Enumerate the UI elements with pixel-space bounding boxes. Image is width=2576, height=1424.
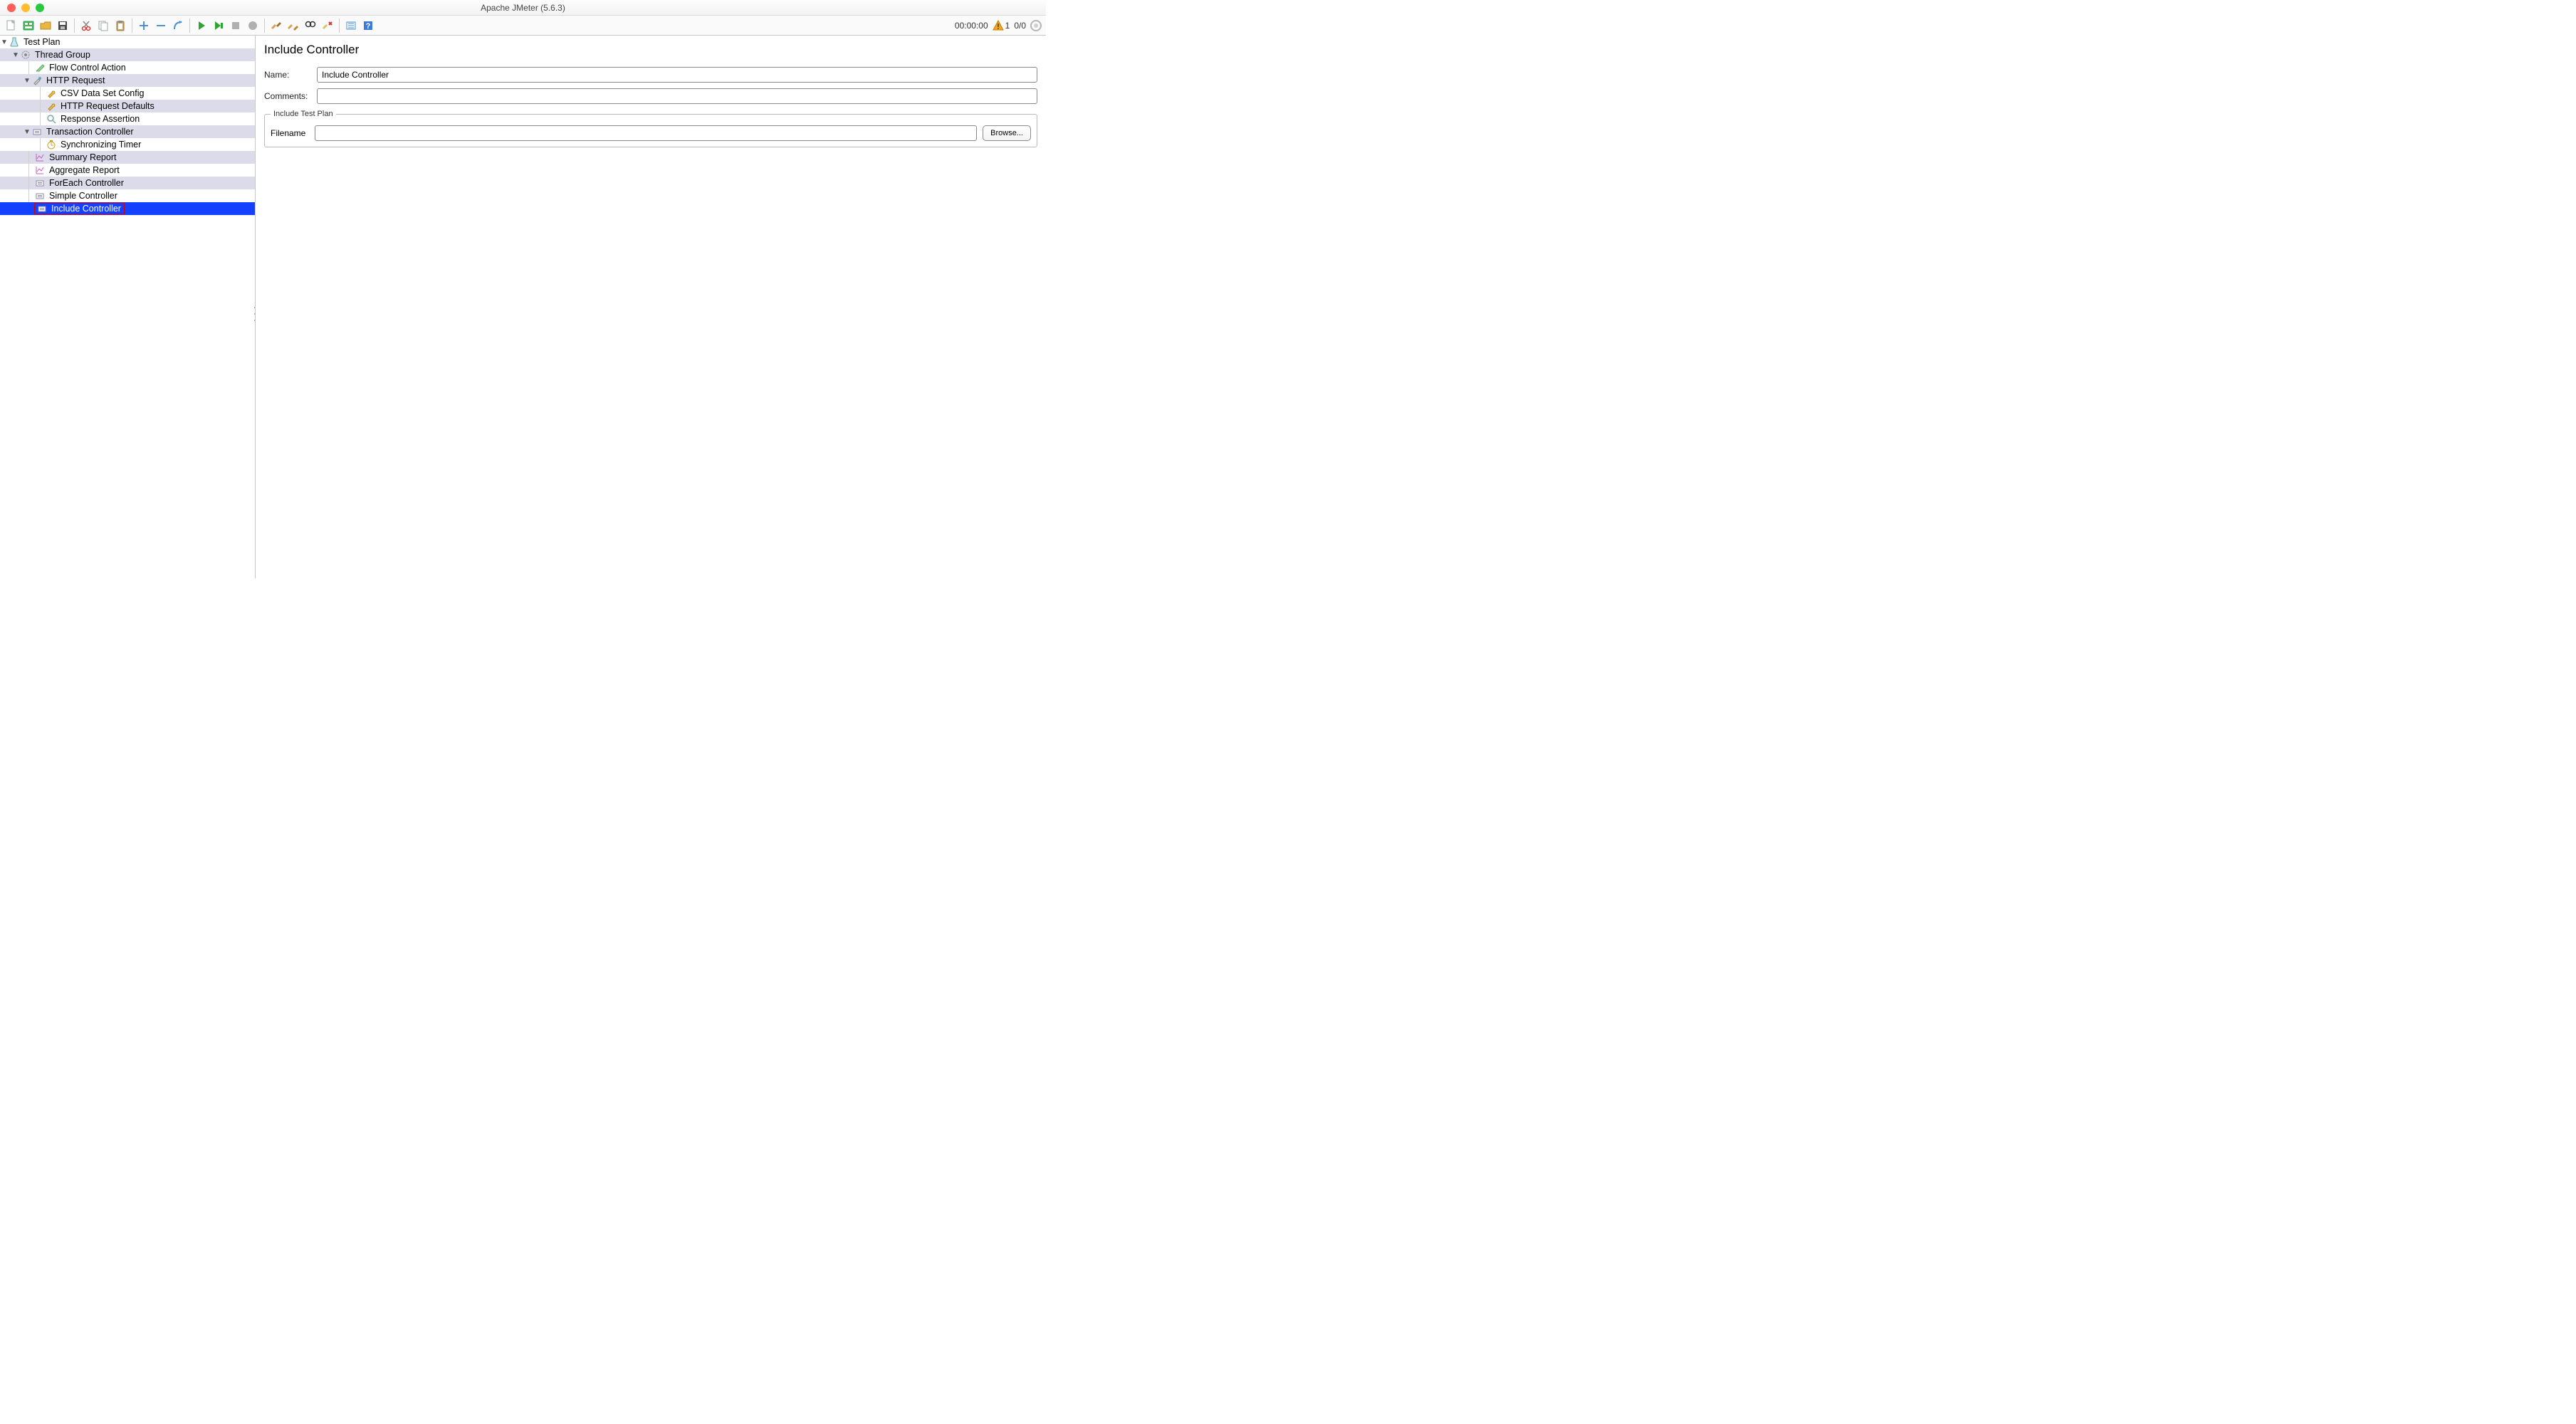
- controller-icon: [36, 203, 48, 214]
- tree-label: ForEach Controller: [48, 178, 125, 188]
- tree-label: Include Controller: [50, 204, 122, 214]
- start-no-timers-icon[interactable]: [211, 19, 226, 33]
- tree-label: CSV Data Set Config: [59, 88, 145, 98]
- name-label: Name:: [264, 70, 311, 80]
- close-window-button[interactable]: [7, 4, 16, 12]
- toggle-icon[interactable]: [171, 19, 185, 33]
- magnifier-icon: [46, 113, 57, 125]
- activity-indicator: [1030, 20, 1042, 31]
- warning-icon: [993, 20, 1004, 31]
- name-row: Name:: [264, 67, 1037, 83]
- filename-label: Filename: [271, 128, 309, 138]
- main-area: ▼ Test Plan ▼ Thread Group Flow Control …: [0, 36, 1046, 578]
- tree-label: Test Plan: [22, 37, 61, 47]
- comments-label: Comments:: [264, 91, 311, 101]
- editor-panel: Include Controller Name: Comments: Inclu…: [256, 36, 1046, 578]
- clear-icon[interactable]: [269, 19, 283, 33]
- toolbar: ? 00:00:00 1 0/0: [0, 16, 1046, 36]
- tree-node-simple-controller[interactable]: Simple Controller: [0, 189, 255, 202]
- fieldset-legend: Include Test Plan: [271, 110, 336, 118]
- tree-label: Simple Controller: [48, 191, 119, 201]
- comments-input[interactable]: [317, 88, 1037, 104]
- pipette-icon: [31, 75, 43, 86]
- filename-input[interactable]: [315, 125, 977, 141]
- minimize-window-button[interactable]: [21, 4, 30, 12]
- gear-icon: [20, 49, 31, 61]
- warning-indicator[interactable]: 1: [993, 20, 1010, 31]
- open-icon[interactable]: [38, 19, 53, 33]
- tree-label: Flow Control Action: [48, 63, 127, 73]
- save-icon[interactable]: [56, 19, 70, 33]
- paste-icon[interactable]: [113, 19, 127, 33]
- collapse-icon[interactable]: [154, 19, 168, 33]
- title-bar: Apache JMeter (5.6.3): [0, 0, 1046, 16]
- wrench-icon: [46, 88, 57, 99]
- expand-toggle[interactable]: ▼: [11, 51, 20, 59]
- templates-icon[interactable]: [21, 19, 36, 33]
- browse-button[interactable]: Browse...: [983, 125, 1031, 141]
- selection-highlight: Include Controller: [34, 203, 125, 214]
- tree-node-aggregate-report[interactable]: Aggregate Report: [0, 164, 255, 177]
- tree-label: Response Assertion: [59, 114, 141, 124]
- start-icon[interactable]: [194, 19, 209, 33]
- expand-toggle[interactable]: ▼: [23, 76, 31, 85]
- tree-node-response-assertion[interactable]: Response Assertion: [0, 112, 255, 125]
- tree-node-foreach-controller[interactable]: ForEach Controller: [0, 177, 255, 189]
- test-tree[interactable]: ▼ Test Plan ▼ Thread Group Flow Control …: [0, 36, 255, 215]
- tree-node-csv-config[interactable]: CSV Data Set Config: [0, 87, 255, 100]
- controller-icon: [34, 190, 46, 201]
- splitter-grip[interactable]: [253, 307, 256, 321]
- tree-node-flow-control[interactable]: Flow Control Action: [0, 61, 255, 74]
- tree-pane: ▼ Test Plan ▼ Thread Group Flow Control …: [0, 36, 256, 578]
- window-title: Apache JMeter (5.6.3): [481, 3, 565, 13]
- panel-title: Include Controller: [264, 43, 1037, 57]
- tree-label: HTTP Request: [45, 75, 106, 85]
- cut-icon[interactable]: [79, 19, 93, 33]
- thread-count: 0/0: [1014, 21, 1026, 31]
- elapsed-time: 00:00:00: [955, 21, 988, 31]
- timer-icon: [46, 139, 57, 150]
- tree-node-transaction-controller[interactable]: ▼ Transaction Controller: [0, 125, 255, 138]
- tree-node-test-plan[interactable]: ▼ Test Plan: [0, 36, 255, 48]
- window-controls: [0, 4, 44, 12]
- tree-node-http-defaults[interactable]: HTTP Request Defaults: [0, 100, 255, 112]
- tree-node-summary-report[interactable]: Summary Report: [0, 151, 255, 164]
- copy-icon[interactable]: [96, 19, 110, 33]
- svg-text:?: ?: [366, 22, 371, 31]
- stop-icon[interactable]: [229, 19, 243, 33]
- reset-search-icon[interactable]: [320, 19, 335, 33]
- function-helper-icon[interactable]: [344, 19, 358, 33]
- shutdown-icon[interactable]: [246, 19, 260, 33]
- help-icon[interactable]: ?: [361, 19, 375, 33]
- comments-row: Comments:: [264, 88, 1037, 104]
- tree-label: Transaction Controller: [45, 127, 135, 137]
- wrench-icon: [46, 100, 57, 112]
- tree-label: Summary Report: [48, 152, 117, 162]
- pencil-icon: [34, 62, 46, 73]
- expand-toggle[interactable]: ▼: [23, 127, 31, 136]
- maximize-window-button[interactable]: [36, 4, 44, 12]
- search-icon[interactable]: [303, 19, 318, 33]
- clear-all-icon[interactable]: [286, 19, 300, 33]
- controller-icon: [31, 126, 43, 137]
- tree-label: Synchronizing Timer: [59, 140, 142, 150]
- new-icon[interactable]: [4, 19, 19, 33]
- tree-label: Thread Group: [33, 50, 92, 60]
- chart-icon: [34, 152, 46, 163]
- expand-toggle[interactable]: ▼: [0, 38, 9, 46]
- tree-node-sync-timer[interactable]: Synchronizing Timer: [0, 138, 255, 151]
- filename-row: Filename Browse...: [271, 125, 1031, 141]
- tree-node-thread-group[interactable]: ▼ Thread Group: [0, 48, 255, 61]
- tree-node-include-controller[interactable]: Include Controller: [0, 202, 255, 215]
- tree-label: HTTP Request Defaults: [59, 101, 156, 111]
- expand-icon[interactable]: [137, 19, 151, 33]
- chart-icon: [34, 164, 46, 176]
- tree-label: Aggregate Report: [48, 165, 121, 175]
- warning-count: 1: [1005, 21, 1010, 31]
- tree-node-http-request[interactable]: ▼ HTTP Request: [0, 74, 255, 87]
- controller-icon: [34, 177, 46, 189]
- name-input[interactable]: [317, 67, 1037, 83]
- beaker-icon: [9, 36, 20, 48]
- include-test-plan-fieldset: Include Test Plan Filename Browse...: [264, 110, 1037, 147]
